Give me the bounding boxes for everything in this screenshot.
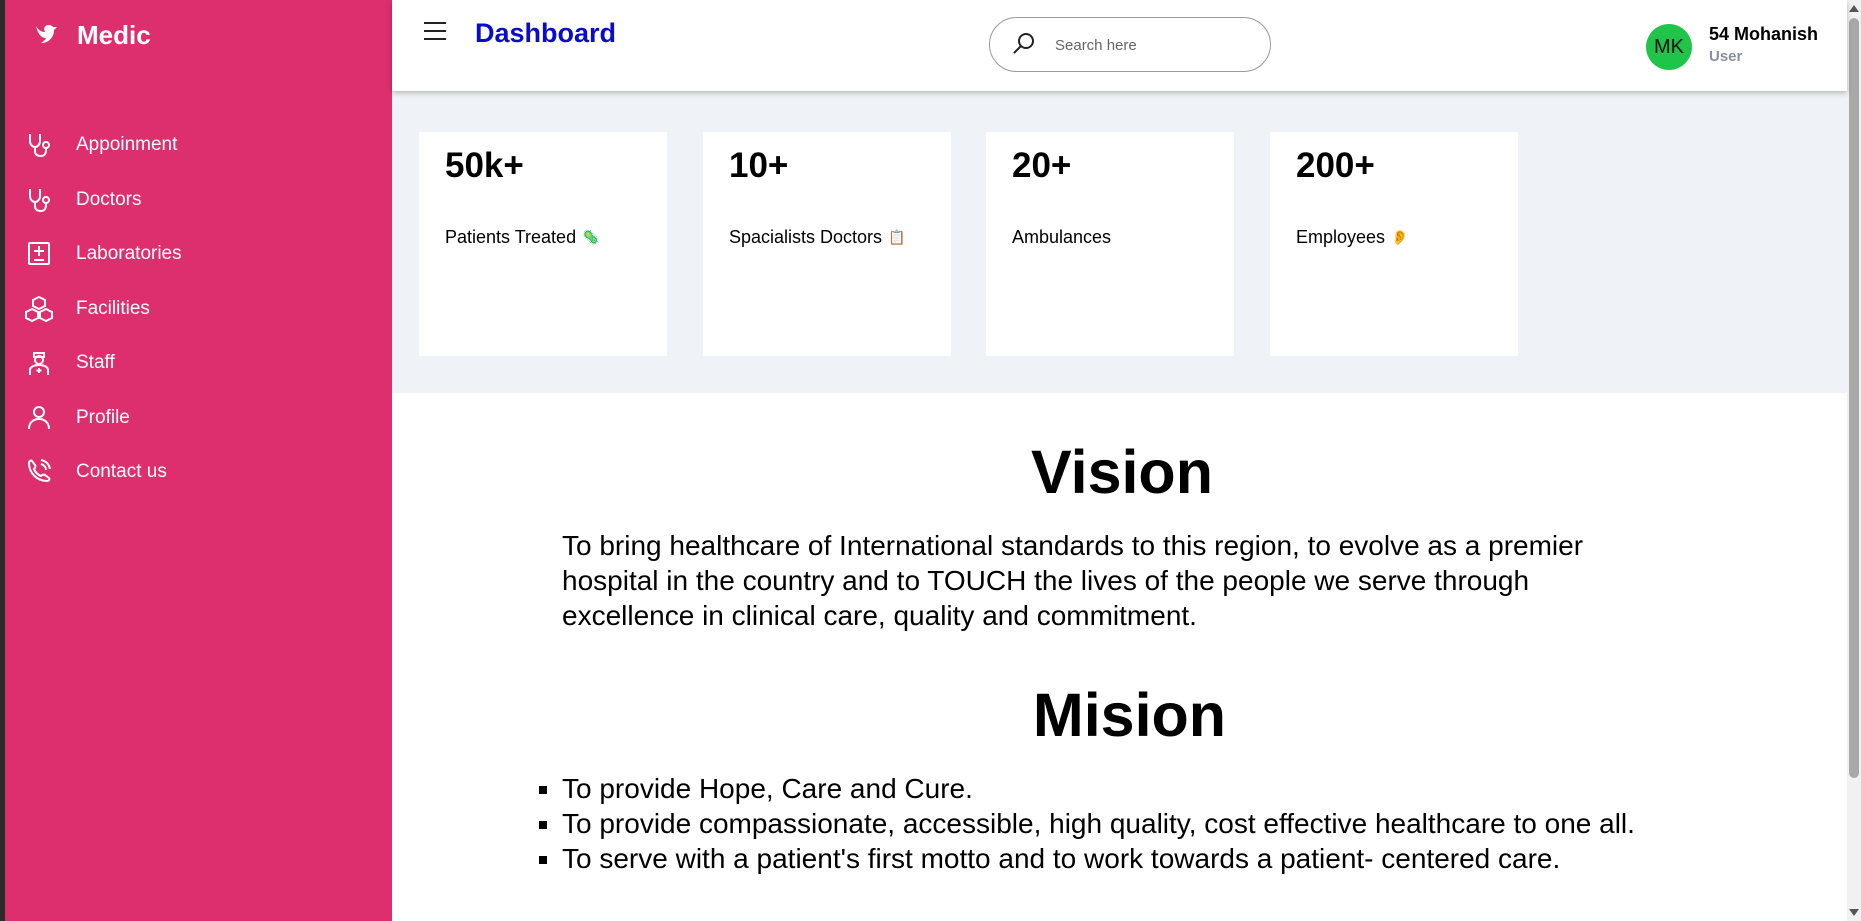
stat-label: Spacialists Doctors bbox=[729, 227, 883, 247]
stat-label-row: Spacialists Doctors 📋 bbox=[729, 227, 906, 248]
sidebar-item-profile[interactable]: Profile bbox=[21, 391, 381, 446]
microbe-icon: 🦠 bbox=[582, 229, 600, 245]
sidebar-item-label: Profile bbox=[76, 406, 130, 428]
stat-label-row: Ambulances bbox=[1012, 227, 1111, 248]
mission-item: To provide compassionate, accessible, hi… bbox=[562, 806, 1742, 841]
mission-item: To serve with a patient's first motto an… bbox=[562, 841, 1742, 876]
search-input[interactable] bbox=[1053, 32, 1257, 58]
sidebar-item-facilities[interactable]: Facilities bbox=[21, 282, 381, 337]
stat-value: 10+ bbox=[729, 146, 789, 185]
stat-value: 20+ bbox=[1012, 146, 1072, 185]
phone-icon bbox=[21, 456, 57, 488]
clipboard-icon: 📋 bbox=[888, 229, 906, 245]
ear-icon: 👂 bbox=[1391, 229, 1409, 245]
main: Dashboard MK 54 Mohanish User 50k+ Patie… bbox=[392, 0, 1847, 921]
scroll-up-arrow-icon[interactable] bbox=[1849, 5, 1859, 12]
stat-card-patients: 50k+ Patients Treated 🦠 bbox=[419, 132, 667, 356]
page-title: Dashboard bbox=[475, 18, 617, 48]
vision-text: To bring healthcare of International sta… bbox=[562, 530, 1584, 631]
boxes-icon bbox=[21, 293, 57, 325]
stats-section: 50k+ Patients Treated 🦠 10+ Spacialists D… bbox=[392, 91, 1847, 393]
topbar: Dashboard MK 54 Mohanish User bbox=[392, 0, 1847, 91]
sidebar-item-contact[interactable]: Contact us bbox=[21, 445, 381, 500]
app-name: Medic bbox=[77, 19, 151, 50]
stat-label: Ambulances bbox=[1012, 227, 1112, 247]
sidebar-item-label: Laboratories bbox=[76, 243, 182, 265]
sidebar-item-label: Doctors bbox=[76, 188, 142, 210]
mission-item: To provide Hope, Care and Cure. bbox=[562, 771, 1742, 806]
search-box bbox=[989, 17, 1271, 72]
sidebar-item-label: Contact us bbox=[76, 461, 167, 483]
user-icon bbox=[21, 402, 57, 434]
hamburger-menu-icon[interactable] bbox=[422, 20, 452, 46]
scrollbar-thumb[interactable] bbox=[1849, 18, 1859, 778]
sidebar: Medic Appoinment Doctors Laboratories Fa… bbox=[5, 0, 392, 921]
search-icon[interactable] bbox=[1010, 30, 1038, 58]
page-scrollbar[interactable] bbox=[1847, 0, 1861, 921]
stethoscope-icon bbox=[21, 129, 57, 161]
avatar[interactable]: MK bbox=[1646, 24, 1692, 70]
sidebar-item-staff[interactable]: Staff bbox=[21, 336, 381, 391]
mission-list: To provide Hope, Care and Cure. To provi… bbox=[535, 771, 1742, 876]
stat-label-row: Patients Treated 🦠 bbox=[445, 227, 600, 248]
mission-heading: Mision bbox=[1032, 681, 1227, 749]
staff-icon bbox=[21, 347, 57, 379]
vision-heading: Vision bbox=[1031, 438, 1213, 506]
stat-card-ambulances: 20+ Ambulances bbox=[986, 132, 1234, 356]
stethoscope-icon bbox=[21, 184, 57, 216]
stat-label-row: Employees 👂 bbox=[1296, 227, 1408, 248]
scroll-down-arrow-icon[interactable] bbox=[1849, 909, 1859, 916]
stat-value: 200+ bbox=[1296, 146, 1375, 185]
user-role: User bbox=[1709, 48, 1743, 65]
laboratory-icon bbox=[21, 238, 57, 270]
sidebar-item-label: Staff bbox=[76, 352, 115, 374]
stat-label: Employees bbox=[1296, 227, 1386, 247]
bird-logo-icon bbox=[29, 18, 63, 52]
stat-label: Patients Treated bbox=[445, 227, 577, 247]
about-section: Vision To bring healthcare of Internatio… bbox=[392, 393, 1847, 921]
sidebar-item-doctors[interactable]: Doctors bbox=[21, 173, 381, 228]
sidebar-item-appointment[interactable]: Appoinment bbox=[21, 118, 381, 173]
user-name: 54 Mohanish bbox=[1709, 24, 1819, 44]
stat-card-doctors: 10+ Spacialists Doctors 📋 bbox=[703, 132, 951, 356]
sidebar-nav: Appoinment Doctors Laboratories Faciliti… bbox=[21, 118, 381, 500]
sidebar-item-label: Appoinment bbox=[76, 134, 178, 156]
sidebar-item-laboratories[interactable]: Laboratories bbox=[21, 227, 381, 282]
sidebar-item-label: Facilities bbox=[76, 297, 150, 319]
brand[interactable]: Medic bbox=[29, 18, 151, 52]
stat-value: 50k+ bbox=[445, 146, 524, 185]
stat-card-employees: 200+ Employees 👂 bbox=[1270, 132, 1518, 356]
